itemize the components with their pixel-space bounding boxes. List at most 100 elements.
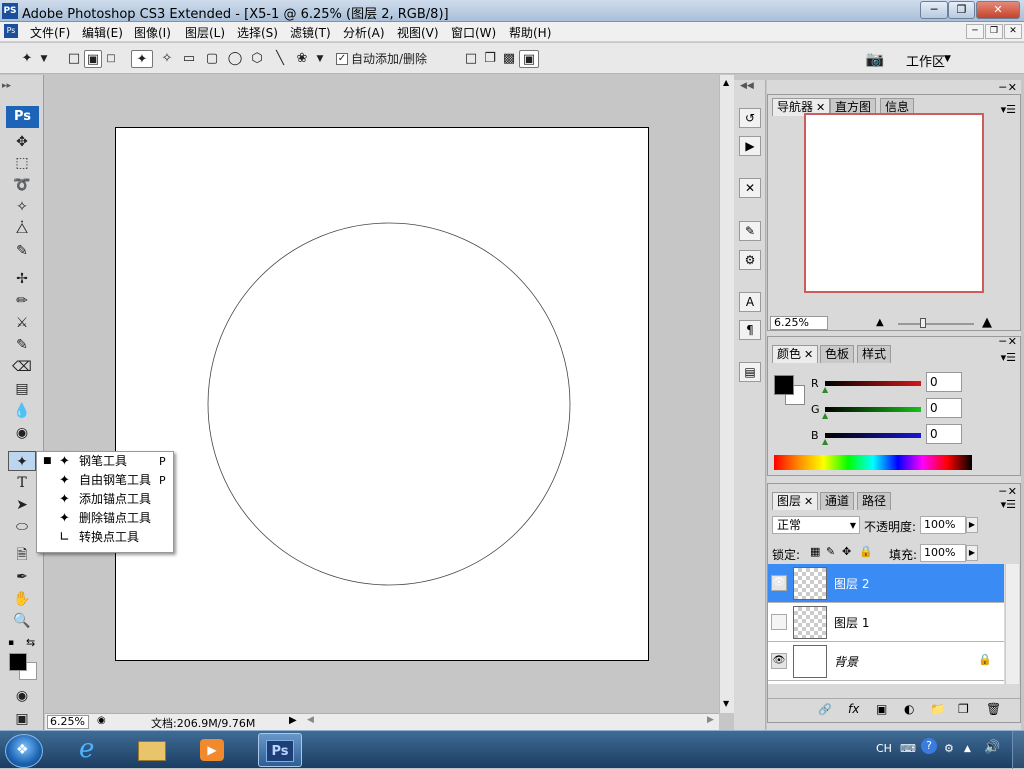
- zoom-out-icon[interactable]: ▲: [876, 317, 884, 328]
- line-shape-icon[interactable]: ╲: [271, 50, 289, 68]
- workspace-dropdown-icon[interactable]: ▼: [944, 54, 951, 64]
- visibility-eye-icon[interactable]: 👁: [771, 653, 787, 669]
- add-mask-icon[interactable]: ▣: [876, 702, 887, 716]
- preset-dropdown-icon[interactable]: ▼: [38, 50, 50, 68]
- panel-minimize-icon[interactable]: ─: [999, 81, 1006, 94]
- flyout-item-delete-anchor[interactable]: ✦ 删除锚点工具: [37, 509, 173, 528]
- rounded-rectangle-shape-icon[interactable]: ▢: [203, 50, 221, 68]
- help-icon[interactable]: ?: [921, 738, 937, 754]
- actions-panel-icon[interactable]: ▶: [739, 136, 761, 156]
- panel-minimize-icon[interactable]: ─: [999, 485, 1006, 498]
- panel-menu-icon[interactable]: ▾☰: [1001, 351, 1016, 364]
- delete-layer-icon[interactable]: 🗑: [986, 702, 1001, 716]
- tab-color[interactable]: 颜色 ✕: [772, 345, 819, 363]
- red-slider[interactable]: [825, 381, 921, 386]
- keyboard-icon[interactable]: ⌨: [900, 742, 916, 755]
- menu-filter[interactable]: 滤镜(T): [290, 24, 331, 41]
- foreground-color-swatch[interactable]: [9, 653, 27, 671]
- combine-subtract-icon[interactable]: ▩: [500, 50, 518, 68]
- language-indicator[interactable]: CH: [876, 742, 892, 755]
- dock-expand-icon[interactable]: ◀◀: [740, 81, 754, 91]
- blue-slider-knob[interactable]: ▲: [822, 438, 829, 446]
- hscroll-left-icon[interactable]: ◀: [307, 715, 314, 725]
- show-hidden-icons-icon[interactable]: ▲: [964, 744, 971, 754]
- tab-swatches[interactable]: 色板: [820, 345, 855, 363]
- menu-edit[interactable]: 编辑(E): [82, 24, 123, 41]
- canvas-area[interactable]: [45, 75, 719, 713]
- volume-icon[interactable]: 🔊: [984, 740, 1000, 755]
- new-layer-icon[interactable]: ❐: [958, 702, 969, 716]
- internet-explorer-icon[interactable]: e: [70, 733, 114, 767]
- lock-position-icon[interactable]: ✥: [842, 545, 851, 558]
- panel-menu-icon[interactable]: ▾☰: [1001, 498, 1016, 511]
- navigator-zoom-field[interactable]: 6.25%: [770, 316, 828, 330]
- gradient-tool-icon[interactable]: ▤: [8, 379, 36, 399]
- doc-minimize-button[interactable]: ─: [966, 24, 984, 39]
- blend-mode-select[interactable]: 正常 ▼: [772, 516, 860, 534]
- green-value[interactable]: 0: [926, 398, 962, 418]
- red-value[interactable]: 0: [926, 372, 962, 392]
- marquee-tool-icon[interactable]: ⬚: [8, 153, 36, 173]
- brushes-panel-icon[interactable]: ✎: [739, 221, 761, 241]
- scroll-up-icon[interactable]: ▲: [723, 78, 729, 87]
- tray-app-icon[interactable]: ⚙: [944, 742, 954, 755]
- quick-mask-icon[interactable]: ◉: [8, 686, 36, 706]
- visibility-toggle-empty[interactable]: [771, 614, 787, 630]
- navigator-slider-knob[interactable]: [920, 318, 926, 328]
- path-selection-tool-icon[interactable]: ➤: [8, 495, 36, 515]
- opacity-field[interactable]: 100%: [920, 516, 966, 534]
- photoshop-taskbar-button[interactable]: Ps: [258, 733, 302, 767]
- tab-paths[interactable]: 路径: [857, 492, 892, 510]
- zoom-in-icon[interactable]: ▲: [982, 315, 992, 330]
- menu-select[interactable]: 选择(S): [237, 24, 278, 41]
- adjustment-layer-icon[interactable]: ◐: [904, 702, 914, 716]
- freeform-pen-option-icon[interactable]: ✧: [157, 50, 177, 68]
- paths-mode-icon[interactable]: ▣: [84, 50, 102, 68]
- flyout-item-pen[interactable]: ■ ✦ 钢笔工具 P: [37, 452, 173, 471]
- file-explorer-icon[interactable]: [130, 733, 174, 767]
- notes-tool-icon[interactable]: 🗎: [8, 545, 36, 565]
- hscroll-right-icon[interactable]: ▶: [707, 715, 714, 725]
- blur-tool-icon[interactable]: 💧: [8, 401, 36, 421]
- menu-analysis[interactable]: 分析(A): [343, 24, 385, 41]
- panel-menu-icon[interactable]: ▾☰: [1001, 103, 1016, 116]
- red-slider-knob[interactable]: ▲: [822, 386, 829, 394]
- panel-close-icon[interactable]: ✕: [1008, 485, 1017, 498]
- color-spectrum[interactable]: [774, 455, 972, 470]
- new-group-icon[interactable]: 📁: [930, 702, 945, 716]
- hand-tool-icon[interactable]: ✋: [8, 589, 36, 609]
- navigator-zoom-slider[interactable]: [898, 323, 974, 325]
- eyedropper-tool-icon[interactable]: ✒: [8, 567, 36, 587]
- layer-comps-panel-icon[interactable]: ▤: [739, 362, 761, 382]
- screen-mode-icon[interactable]: ▣: [8, 709, 36, 729]
- panel-close-icon[interactable]: ✕: [1008, 335, 1017, 348]
- swap-colors-icon[interactable]: ⇆: [26, 636, 35, 649]
- green-slider-knob[interactable]: ▲: [822, 412, 829, 420]
- document-menu-icon[interactable]: Ps: [4, 24, 18, 38]
- pen-tool-preset-icon[interactable]: ✦: [18, 50, 36, 68]
- file-browser-icon[interactable]: 📷: [862, 50, 888, 68]
- menu-view[interactable]: 视图(V): [397, 24, 439, 41]
- flyout-item-convert-point[interactable]: ∟ 转换点工具: [37, 528, 173, 547]
- default-colors-icon[interactable]: ▪: [8, 638, 14, 648]
- workspace-menu[interactable]: 工作区: [906, 51, 945, 70]
- link-layers-icon[interactable]: 🔗: [818, 703, 832, 716]
- show-desktop-button[interactable]: [1012, 731, 1024, 769]
- flyout-item-freeform-pen[interactable]: ✦ 自由钢笔工具 P: [37, 471, 173, 490]
- slice-tool-icon[interactable]: ✎: [8, 241, 36, 261]
- visibility-eye-icon[interactable]: 👁: [771, 575, 787, 591]
- combine-add-icon[interactable]: ❐: [481, 50, 499, 68]
- crop-tool-icon[interactable]: ⧊: [8, 219, 36, 239]
- history-brush-tool-icon[interactable]: ✎: [8, 335, 36, 355]
- menu-layer[interactable]: 图层(L): [185, 24, 225, 41]
- custom-shape-icon[interactable]: ❀: [293, 50, 311, 68]
- clone-source-panel-icon[interactable]: ⚙: [739, 250, 761, 270]
- zoom-tool-icon[interactable]: 🔍: [8, 611, 36, 631]
- tab-styles[interactable]: 样式: [857, 345, 892, 363]
- document-canvas[interactable]: [115, 127, 649, 661]
- color-fg-swatch[interactable]: [774, 375, 794, 395]
- brush-tool-icon[interactable]: ✏: [8, 291, 36, 311]
- layers-scrollbar[interactable]: [1005, 564, 1019, 684]
- polygon-shape-icon[interactable]: ⬡: [248, 50, 266, 68]
- ellipse-tool-icon[interactable]: ⬭: [8, 517, 36, 537]
